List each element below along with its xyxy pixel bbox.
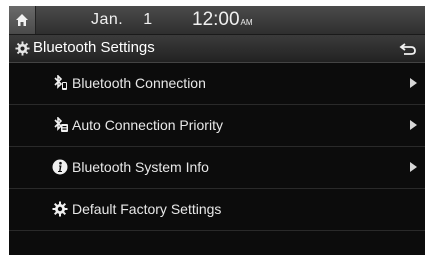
back-button[interactable] [391, 35, 425, 62]
status-time: 12:00AM [192, 9, 253, 31]
menu-item-default-factory-settings[interactable]: Default Factory Settings [9, 189, 425, 231]
menu-item-bluetooth-connection[interactable]: Bluetooth Connection [9, 63, 425, 105]
gear-icon [15, 41, 30, 56]
menu-item-label: Auto Connection Priority [72, 117, 223, 133]
info-icon [52, 159, 68, 175]
bluetooth-priority-icon [54, 117, 68, 132]
page-title: Bluetooth Settings [33, 39, 155, 56]
home-icon [16, 14, 28, 26]
status-bar: Jan. 1 12:00AM [9, 6, 425, 35]
chevron-right-icon [410, 162, 417, 172]
clock-ampm: AM [240, 18, 253, 27]
date-month: Jan. [91, 11, 124, 28]
menu-item-auto-connection-priority[interactable]: Auto Connection Priority [9, 105, 425, 147]
menu-item-bluetooth-system-info[interactable]: Bluetooth System Info [9, 147, 425, 189]
bluetooth-phone-icon [54, 75, 67, 90]
gear-icon [52, 201, 68, 217]
clock-time: 12:00 [192, 9, 240, 30]
chevron-right-icon [410, 120, 417, 130]
back-icon [399, 42, 416, 55]
title-bar: Bluetooth Settings [9, 35, 425, 63]
menu-item-label: Bluetooth System Info [72, 159, 209, 175]
date-day: 1 [143, 11, 153, 28]
settings-menu: Bluetooth Connection Auto Connection Pri… [9, 63, 425, 231]
menu-item-label: Bluetooth Connection [72, 75, 206, 91]
home-button[interactable] [9, 6, 36, 34]
menu-item-label: Default Factory Settings [72, 201, 222, 217]
infotainment-screen: Jan. 1 12:00AM Bluetooth Settings Blueto… [9, 6, 425, 255]
status-date: Jan. 1 [91, 11, 153, 29]
chevron-right-icon [410, 78, 417, 88]
